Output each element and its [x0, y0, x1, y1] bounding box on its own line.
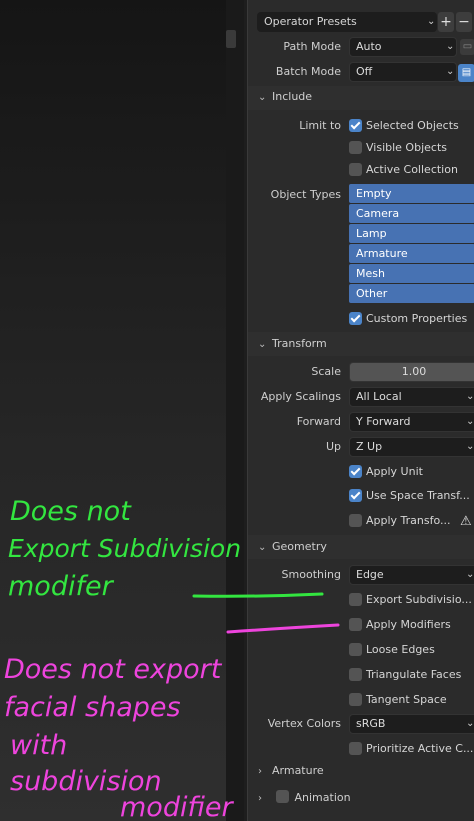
green-annotation-line3: modifer [8, 571, 115, 602]
green-annotation-line2: Export Subdivision [8, 534, 241, 563]
green-underline-stroke [192, 592, 324, 598]
handwritten-annotations: Does not Export Subdivision modifer Does… [4, 496, 340, 821]
pink-annotation-line2: facial shapes [4, 692, 181, 723]
pink-annotation-line5: modifier [120, 792, 235, 821]
pink-annotation-line3: with [10, 730, 67, 761]
green-annotation-line1: Does not [10, 496, 132, 527]
pink-annotation-line1: Does not export [4, 654, 223, 685]
pink-underline-stroke [226, 623, 340, 634]
